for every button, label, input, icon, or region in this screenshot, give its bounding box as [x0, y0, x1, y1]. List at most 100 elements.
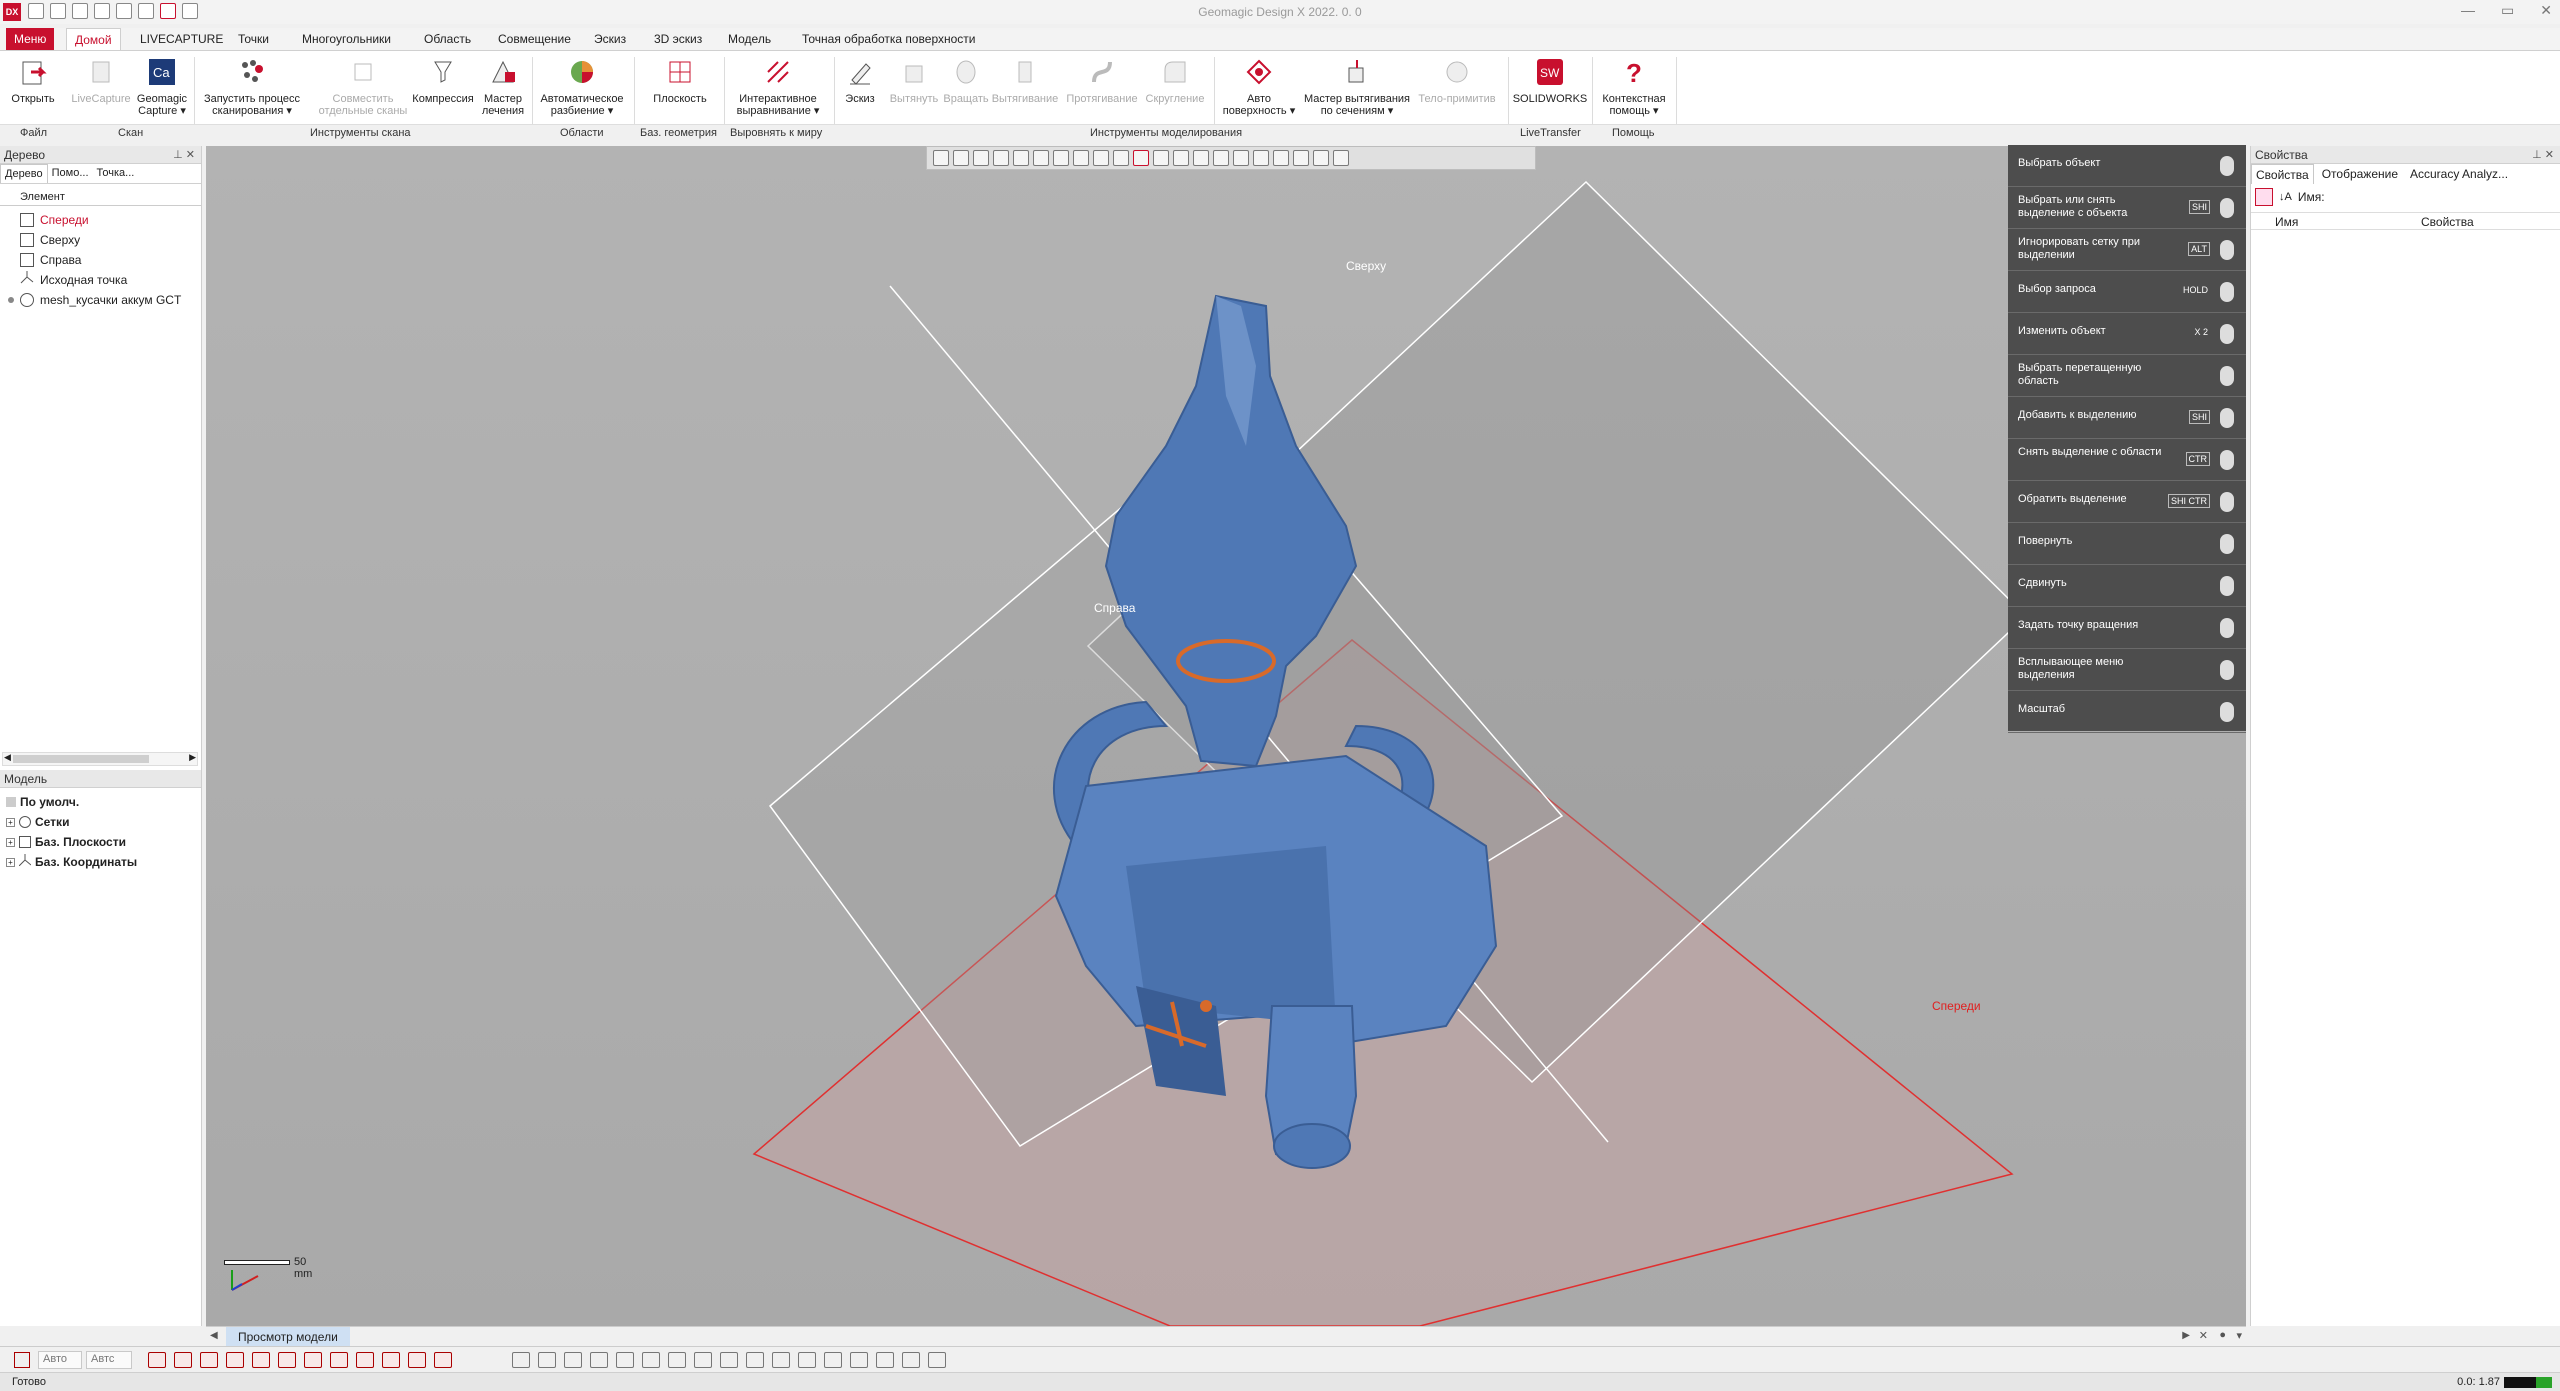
view-front-icon[interactable]: [1013, 150, 1029, 166]
view-side2-icon[interactable]: [720, 1352, 738, 1368]
tab-tree[interactable]: Дерево: [0, 164, 48, 183]
tab-surface-refine[interactable]: Точная обработка поверхности: [794, 28, 984, 50]
tab-dot-icon[interactable]: ●: [2219, 1329, 2226, 1341]
open-button[interactable]: Открыть: [6, 57, 60, 105]
paint-select-icon[interactable]: [1213, 150, 1229, 166]
view-normal-icon[interactable]: [746, 1352, 764, 1368]
view-side-icon[interactable]: [694, 1352, 712, 1368]
fillet-button[interactable]: Скругление: [1140, 57, 1210, 105]
filter-plane-icon[interactable]: [408, 1352, 426, 1368]
align-scans-button[interactable]: Совместить отдельные сканы: [318, 57, 408, 117]
tree-item-front[interactable]: Спереди: [20, 210, 89, 230]
close-button[interactable]: ✕: [2540, 2, 2552, 19]
filter-region-icon[interactable]: [174, 1352, 192, 1368]
tab-polygons[interactable]: Многоугольники: [294, 28, 399, 50]
tree-item-origin[interactable]: Исходная точка: [20, 270, 127, 290]
fill-select-icon[interactable]: [1253, 150, 1269, 166]
context-help-button[interactable]: ? Контекстная помощь ▾: [1596, 57, 1672, 117]
sphere-icon[interactable]: [928, 1352, 946, 1368]
sketch-button[interactable]: Эскиз: [840, 57, 880, 105]
auto-select-dropdown[interactable]: Авто: [38, 1351, 82, 1369]
scroll-left-icon[interactable]: ◀: [4, 752, 11, 763]
view-cube-icon[interactable]: [953, 150, 969, 166]
filter-ref-icon[interactable]: [382, 1352, 400, 1368]
expand-icon[interactable]: +: [6, 837, 15, 847]
filter-body-icon[interactable]: [252, 1352, 270, 1368]
view-back-icon[interactable]: [1033, 150, 1049, 166]
filter-curve-icon[interactable]: [278, 1352, 296, 1368]
auto-surface-button[interactable]: Авто поверхность ▾: [1218, 57, 1300, 117]
filter-points-icon[interactable]: [200, 1352, 218, 1368]
measure-icon[interactable]: [850, 1352, 868, 1368]
zoom-in-icon[interactable]: [564, 1352, 582, 1368]
livecapture-button[interactable]: LiveCapture: [68, 57, 134, 105]
view-top-icon[interactable]: [642, 1352, 660, 1368]
minimize-button[interactable]: —: [2461, 2, 2475, 19]
line-select-icon[interactable]: [1113, 150, 1129, 166]
tab-menu-icon[interactable]: ▾: [2236, 1329, 2242, 1342]
display-mode-icon[interactable]: [973, 150, 989, 166]
view-iso-icon[interactable]: [1093, 150, 1109, 166]
tab-model[interactable]: Модель: [720, 28, 779, 50]
view-left-icon[interactable]: [1053, 150, 1069, 166]
interactive-align-button[interactable]: Интерактивное выравнивание ▾: [728, 57, 828, 117]
eye-icon[interactable]: [1313, 150, 1329, 166]
extend-select-icon[interactable]: [1233, 150, 1249, 166]
section-icon[interactable]: [993, 150, 1009, 166]
compress-button[interactable]: Компрессия: [408, 57, 478, 105]
tree-horizontal-scrollbar[interactable]: ◀ ▶: [2, 752, 198, 766]
tab-close-icon[interactable]: ✕: [2199, 1329, 2208, 1342]
primitive-body-button[interactable]: Тело-примитив: [1414, 57, 1500, 105]
expand-icon[interactable]: +: [6, 817, 15, 827]
tab-home[interactable]: Домой: [66, 28, 121, 50]
geomagic-capture-button[interactable]: Ca Geomagic Capture ▾: [134, 57, 190, 117]
tab-livecapture[interactable]: LIVECAPTURE: [132, 28, 231, 50]
scroll-right-icon[interactable]: ▶: [189, 752, 196, 763]
tree-item-mesh[interactable]: mesh_кусачки аккум GCT: [8, 290, 181, 310]
panel-pin-close-icon[interactable]: ⊥ ✕: [2532, 146, 2554, 164]
zoom-region-icon[interactable]: [538, 1352, 556, 1368]
tab-region[interactable]: Область: [416, 28, 479, 50]
filter-all-icon[interactable]: [434, 1352, 452, 1368]
extrude-wizard-button[interactable]: Мастер вытягивания по сечениям ▾: [1298, 57, 1416, 117]
extrude-button[interactable]: Вытянуть: [884, 57, 944, 105]
lasso-select-icon[interactable]: [1193, 150, 1209, 166]
print-icon[interactable]: [902, 1352, 920, 1368]
tab-points[interactable]: Точки: [230, 28, 277, 50]
tab-sketch[interactable]: Эскиз: [586, 28, 634, 50]
scrollbar-thumb[interactable]: [13, 755, 149, 763]
tab-scroll-right-icon[interactable]: ▶: [2182, 1330, 2190, 1341]
tab-3d-sketch[interactable]: 3D эскиз: [646, 28, 710, 50]
polygon-select-icon[interactable]: [1173, 150, 1189, 166]
model-item-ref-coords[interactable]: + Баз. Координаты: [6, 852, 137, 872]
solidworks-button[interactable]: SW SOLIDWORKS: [1512, 57, 1588, 105]
filter-mesh-icon[interactable]: [148, 1352, 166, 1368]
filter-edge-icon[interactable]: [304, 1352, 322, 1368]
tab-display[interactable]: Отображение: [2318, 164, 2402, 184]
start-scan-button[interactable]: Запустить процесс сканирования ▾: [198, 57, 306, 117]
filter-sketch-icon[interactable]: [356, 1352, 374, 1368]
tree-item-right[interactable]: Справа: [20, 250, 81, 270]
filter-face-icon[interactable]: [226, 1352, 244, 1368]
tab-points-panel[interactable]: Точка...: [93, 164, 139, 183]
view-settings-icon[interactable]: [1333, 150, 1349, 166]
revolve-button[interactable]: Вращать: [936, 57, 996, 105]
model-item-meshes[interactable]: + Сетки: [6, 812, 69, 832]
tab-model-view[interactable]: Просмотр модели: [226, 1327, 350, 1347]
auto-select-dropdown-2[interactable]: Автс: [86, 1351, 132, 1369]
tab-scroll-left-icon[interactable]: ◀: [210, 1330, 218, 1341]
ruler-icon[interactable]: [876, 1352, 894, 1368]
zoom-fit-icon[interactable]: [512, 1352, 530, 1368]
select-mode-icon[interactable]: [933, 150, 949, 166]
tab-help[interactable]: Помо...: [48, 164, 93, 183]
tree-item-top[interactable]: Сверху: [20, 230, 80, 250]
tab-menu[interactable]: Меню: [6, 28, 55, 50]
maximize-button[interactable]: ▭: [2501, 2, 2514, 19]
filter-vertex-icon[interactable]: [330, 1352, 348, 1368]
selection-filter-icon[interactable]: [14, 1352, 30, 1368]
clip-icon[interactable]: [824, 1352, 842, 1368]
view-right-icon[interactable]: [1073, 150, 1089, 166]
pan-icon[interactable]: [590, 1352, 608, 1368]
categorized-icon[interactable]: [2255, 188, 2273, 206]
rect-select-icon[interactable]: [1133, 150, 1149, 166]
